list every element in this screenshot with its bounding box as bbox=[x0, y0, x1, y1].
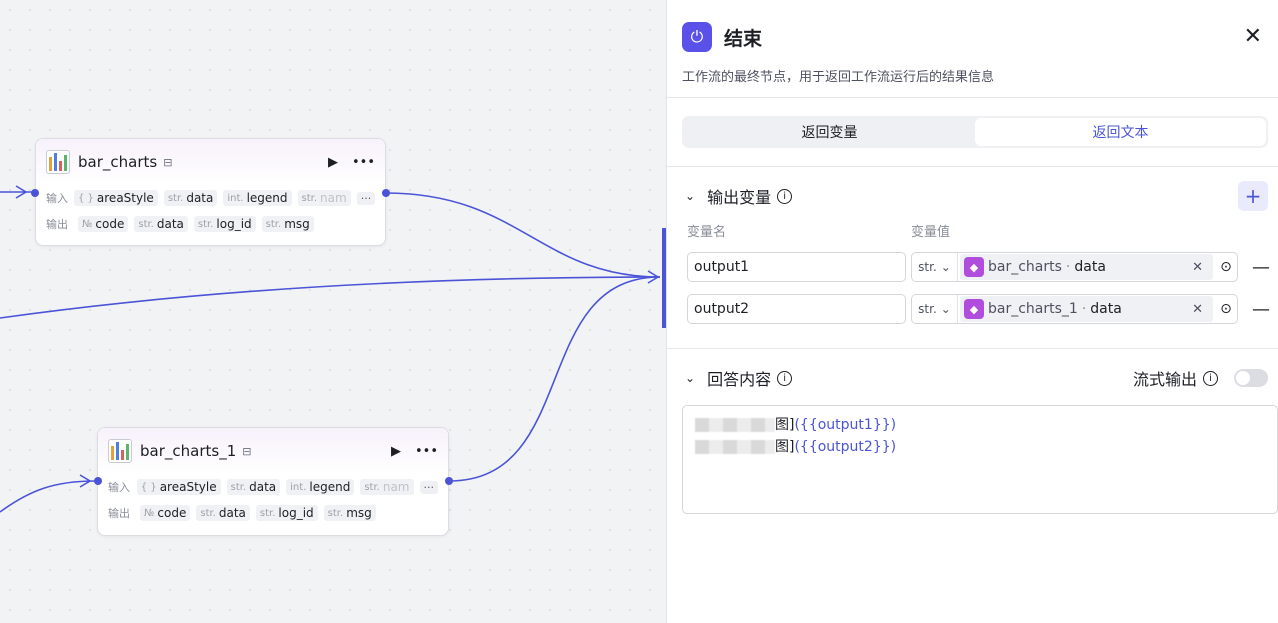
reference-chip[interactable]: ◆ bar_charts · data ✕ bbox=[960, 254, 1213, 280]
redacted-text bbox=[695, 418, 775, 432]
panel-description: 工作流的最终节点，用于返回工作流运行后的结果信息 bbox=[682, 70, 995, 85]
bar-chart-icon bbox=[108, 439, 132, 463]
tab-return-text[interactable]: 返回文本 bbox=[975, 118, 1266, 146]
answer-line: 图]({{output2}}) bbox=[695, 436, 1265, 458]
output-tag: str. msg bbox=[261, 216, 314, 232]
stream-output-toggle[interactable] bbox=[1234, 369, 1268, 387]
variable-value-field: str. ⌄ ◆ bar_charts · data ✕ ⊙ bbox=[911, 252, 1238, 282]
input-port[interactable] bbox=[31, 189, 39, 197]
node-header[interactable]: bar_charts_1 ⊟ ▶ ••• bbox=[98, 428, 448, 474]
info-icon[interactable]: i bbox=[777, 370, 793, 386]
input-tag: str. data bbox=[226, 479, 281, 495]
close-icon[interactable]: ✕ bbox=[1244, 26, 1262, 48]
node-bar-charts[interactable]: bar_charts ⊟ ▶ ••• 输入 { } areaStyle str. d… bbox=[35, 138, 386, 246]
redacted-text bbox=[695, 440, 775, 454]
more-icon[interactable]: ••• bbox=[415, 444, 438, 459]
edge-bar-charts-to-end bbox=[385, 192, 661, 278]
clear-icon[interactable]: ✕ bbox=[1192, 302, 1209, 317]
output-label: 输出 bbox=[108, 507, 130, 520]
answer-content-section: ⌄ 回答内容 i 流式输出 i 图]({{output1}}) 图]({{out… bbox=[667, 363, 1278, 514]
edge-bar-charts-1-to-end bbox=[448, 276, 661, 482]
output-tag: str. log_id bbox=[255, 505, 318, 521]
chevron-down-icon[interactable]: ⌄ bbox=[685, 371, 695, 385]
play-icon[interactable]: ▶ bbox=[328, 155, 338, 170]
end-node-icon: ⏻ bbox=[682, 22, 712, 52]
divider bbox=[667, 166, 1278, 167]
input-port[interactable] bbox=[94, 477, 102, 485]
node-inputs-row: 输入 { } areaStyle str. data int. legend str.… bbox=[98, 474, 448, 500]
output-port[interactable] bbox=[445, 477, 453, 485]
plugin-icon: ⊟ bbox=[242, 444, 252, 458]
divider bbox=[667, 348, 1278, 349]
node-outputs-row: 输出 № code str. data str. log_id str. msg bbox=[98, 500, 448, 526]
info-icon[interactable]: i bbox=[1203, 370, 1218, 386]
input-tag: str. nam bbox=[297, 190, 351, 206]
type-select[interactable]: str. ⌄ bbox=[912, 253, 958, 281]
remove-variable-button[interactable]: — bbox=[1252, 257, 1270, 278]
column-header-name: 变量名 bbox=[687, 225, 727, 240]
plugin-cube-icon: ◆ bbox=[964, 257, 984, 277]
output-tag: № code bbox=[140, 505, 191, 521]
output-tag: str. data bbox=[196, 505, 250, 521]
node-header[interactable]: bar_charts ⊟ ▶ ••• bbox=[36, 139, 385, 185]
column-header-value: 变量值 bbox=[911, 225, 951, 240]
variable-value-field: str. ⌄ ◆ bar_charts_1 · data ✕ ⊙ bbox=[911, 294, 1238, 324]
plugin-icon: ⊟ bbox=[163, 155, 173, 169]
play-icon[interactable]: ▶ bbox=[391, 444, 401, 459]
more-icon[interactable]: ••• bbox=[352, 155, 375, 170]
input-tag: str. nam bbox=[360, 479, 414, 495]
output-port[interactable] bbox=[382, 189, 390, 197]
input-tag: { } areaStyle bbox=[136, 479, 221, 495]
output-tag: № code bbox=[78, 216, 129, 232]
section-title: 输出变量 bbox=[707, 188, 772, 207]
variable-name-input[interactable]: output1 bbox=[687, 252, 906, 282]
bar-chart-icon bbox=[46, 150, 70, 174]
variable-picker-icon[interactable]: ⊙ bbox=[1215, 301, 1237, 317]
reference-chip[interactable]: ◆ bar_charts_1 · data ✕ bbox=[960, 296, 1213, 322]
input-tag: int. legend bbox=[223, 190, 292, 206]
output-tag: str. log_id bbox=[193, 216, 256, 232]
end-node-panel: ⏻ 结束 ✕ 工作流的最终节点，用于返回工作流运行后的结果信息 返回变量 返回文… bbox=[666, 0, 1278, 623]
input-tag: str. data bbox=[163, 190, 218, 206]
node-title: bar_charts bbox=[78, 153, 158, 171]
variable-picker-icon[interactable]: ⊙ bbox=[1215, 259, 1237, 275]
node-outputs-row: 输出 № code str. data str. log_id str. msg bbox=[36, 211, 385, 237]
chevron-down-icon[interactable]: ⌄ bbox=[685, 189, 695, 203]
add-variable-button[interactable]: + bbox=[1238, 181, 1268, 211]
type-select[interactable]: str. ⌄ bbox=[912, 295, 958, 323]
answer-textarea[interactable]: 图]({{output1}}) 图]({{output2}}) bbox=[682, 405, 1278, 514]
node-title: bar_charts_1 bbox=[140, 442, 237, 460]
stream-output-label: 流式输出 bbox=[1132, 370, 1197, 389]
more-inputs-button[interactable]: ··· bbox=[419, 480, 438, 494]
variable-row: output1 str. ⌄ ◆ bar_charts · data ✕ ⊙ — bbox=[667, 252, 1278, 282]
panel-title: 结束 bbox=[724, 27, 763, 50]
output-variables-section: ⌄ 输出变量 i + 变量名 变量值 output1 str. ⌄ ◆ bar_c… bbox=[667, 181, 1278, 324]
edge-start-to-end bbox=[0, 276, 661, 319]
output-tag: str. data bbox=[134, 216, 188, 232]
input-tag: { } areaStyle bbox=[74, 190, 158, 206]
output-tag: str. msg bbox=[323, 505, 376, 521]
workflow-canvas[interactable]: bar_charts ⊟ ▶ ••• 输入 { } areaStyle str. d… bbox=[0, 0, 666, 623]
section-title: 回答内容 bbox=[707, 370, 772, 389]
node-bar-charts-1[interactable]: bar_charts_1 ⊟ ▶ ••• 输入 { } areaStyle str… bbox=[97, 427, 449, 536]
variable-row: output2 str. ⌄ ◆ bar_charts_1 · data ✕ ⊙ … bbox=[667, 294, 1278, 324]
info-icon[interactable]: i bbox=[777, 188, 793, 204]
more-inputs-button[interactable]: ··· bbox=[356, 191, 376, 205]
input-label: 输入 bbox=[46, 192, 68, 205]
input-tag: int. legend bbox=[286, 479, 355, 495]
plugin-cube-icon: ◆ bbox=[964, 299, 984, 319]
node-inputs-row: 输入 { } areaStyle str. data int. legend str.… bbox=[36, 185, 385, 211]
answer-line: 图]({{output1}}) bbox=[695, 414, 1265, 436]
return-mode-tabs: 返回变量 返回文本 bbox=[682, 116, 1268, 148]
input-label: 输入 bbox=[108, 481, 130, 494]
clear-icon[interactable]: ✕ bbox=[1192, 260, 1209, 275]
panel-header: ⏻ 结束 ✕ 工作流的最终节点，用于返回工作流运行后的结果信息 bbox=[667, 0, 1278, 98]
chevron-down-icon: ⌄ bbox=[940, 302, 951, 316]
chevron-down-icon: ⌄ bbox=[940, 260, 951, 274]
tab-return-variables[interactable]: 返回变量 bbox=[684, 118, 975, 146]
variable-name-input[interactable]: output2 bbox=[687, 294, 906, 324]
output-label: 输出 bbox=[46, 218, 68, 231]
remove-variable-button[interactable]: — bbox=[1252, 299, 1270, 320]
